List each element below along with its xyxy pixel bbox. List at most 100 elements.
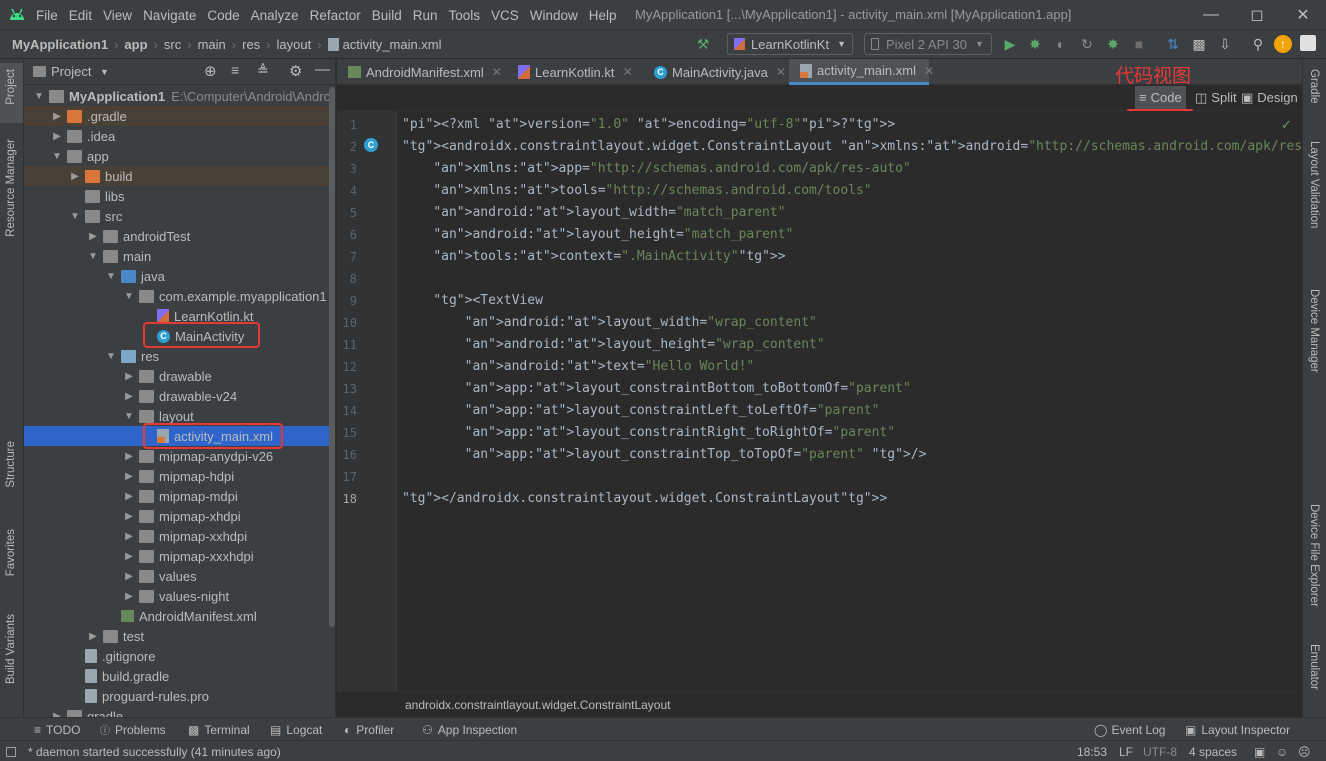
tree-item[interactable]: build.gradle	[24, 666, 335, 686]
code-line[interactable]: "an">app:"at">layout_constraintBottom_to…	[402, 381, 911, 396]
close-button[interactable]: ✕	[1280, 0, 1326, 30]
tree-item[interactable]: ▶ values-night	[24, 586, 335, 606]
menu-navigate[interactable]: Navigate	[143, 8, 196, 23]
chevron-right-icon[interactable]: ▶	[122, 391, 136, 402]
status-message[interactable]: * daemon started successfully (41 minute…	[28, 741, 281, 761]
structure-tab[interactable]: Structure	[5, 441, 17, 488]
menu-file[interactable]: File	[36, 8, 58, 23]
tree-item[interactable]: ▶ values	[24, 566, 335, 586]
inspector-face-icon[interactable]: ☺	[1276, 741, 1288, 761]
menu-help[interactable]: Help	[589, 8, 617, 23]
tree-item[interactable]: libs	[24, 186, 335, 206]
chevron-down-icon[interactable]: ▼	[104, 351, 118, 362]
resource-manager-tab[interactable]: Resource Manager	[5, 139, 17, 237]
minimize-button[interactable]: —	[1188, 0, 1234, 30]
menu-run[interactable]: Run	[413, 8, 438, 23]
tree-item[interactable]: ▶ test	[24, 626, 335, 646]
chevron-right-icon[interactable]: ▶	[122, 491, 136, 502]
tree-item[interactable]: ▶ drawable-v24	[24, 386, 335, 406]
breadcrumb-item[interactable]: main	[198, 37, 226, 52]
tab-androidmanifest-xml[interactable]: AndroidManifest.xml ✕	[337, 59, 507, 85]
feedback-face-icon[interactable]: ☹	[1298, 741, 1311, 761]
tree-item[interactable]: ▶ mipmap-mdpi	[24, 486, 335, 506]
profiler-tool[interactable]: ◐ Profiler	[344, 718, 394, 741]
tree-item[interactable]: ▶ mipmap-xxhdpi	[24, 526, 335, 546]
code-line[interactable]: "an">xmlns:"at">tools="http://schemas.an…	[402, 183, 871, 198]
editor-breadcrumb[interactable]: androidx.constraintlayout.widget.Constra…	[405, 698, 671, 712]
tree-item[interactable]: ▶ drawable	[24, 366, 335, 386]
tree-item[interactable]: ▼ app	[24, 146, 335, 166]
code-line[interactable]: "an">app:"at">layout_constraintTop_toTop…	[402, 447, 927, 462]
code-line[interactable]: "an">app:"at">layout_constraintLeft_toLe…	[402, 403, 880, 418]
emulator-tab[interactable]: Emulator	[1308, 644, 1320, 690]
device-manager-tab[interactable]: Device Manager	[1308, 289, 1320, 373]
project-view-dropdown[interactable]: Project	[51, 64, 91, 79]
event-log-tool[interactable]: ◯ Event Log	[1094, 718, 1165, 741]
caret-position[interactable]: 18:53	[1077, 741, 1107, 761]
gradle-tab[interactable]: Gradle	[1308, 69, 1320, 104]
profile-icon[interactable]: ◐	[1052, 35, 1070, 53]
tree-item[interactable]: ▼ src	[24, 206, 335, 226]
tree-item[interactable]: ▼ MyApplication1 E:\Computer\Android\Andro…	[24, 86, 335, 106]
chevron-down-icon[interactable]: ▼	[68, 211, 82, 222]
code-line[interactable]: "an">android:"at">layout_height="match_p…	[402, 227, 793, 242]
tree-item[interactable]: ▼ res	[24, 346, 335, 366]
device-dropdown[interactable]: Pixel 2 API 30 ▼	[864, 33, 992, 55]
inspection-ok-icon[interactable]: ✓	[1281, 117, 1292, 133]
chevron-right-icon[interactable]: ▶	[50, 111, 64, 122]
tree-item[interactable]: ▶ mipmap-hdpi	[24, 466, 335, 486]
menu-vcs[interactable]: VCS	[491, 8, 519, 23]
hide-panel-icon[interactable]: —	[315, 61, 330, 78]
chevron-right-icon[interactable]: ▶	[122, 511, 136, 522]
search-icon[interactable]: ⚲	[1249, 35, 1267, 53]
layout-validation-tab[interactable]: Layout Validation	[1308, 141, 1320, 228]
menu-window[interactable]: Window	[530, 8, 578, 23]
expand-all-icon[interactable]: ≜	[257, 62, 269, 79]
code-line[interactable]: "an">android:"at">layout_width="wrap_con…	[402, 315, 817, 330]
chevron-right-icon[interactable]: ▶	[50, 131, 64, 142]
chevron-down-icon[interactable]: ▼	[50, 151, 64, 162]
tab-mainactivity-java[interactable]: C MainActivity.java ✕	[643, 59, 789, 85]
code-line[interactable]: "tg"><androidx.constraintlayout.widget.C…	[402, 139, 1326, 154]
toggle-tool-windows-icon[interactable]	[6, 741, 20, 761]
gear-icon[interactable]: ⚙	[289, 62, 302, 80]
breadcrumb-item[interactable]: app	[124, 37, 147, 52]
tree-item[interactable]: ▶ .idea	[24, 126, 335, 146]
terminal-tool[interactable]: ▩ Terminal	[188, 718, 250, 741]
menu-tools[interactable]: Tools	[449, 8, 481, 23]
menu-code[interactable]: Code	[207, 8, 239, 23]
code-line[interactable]: "tg"><TextView	[402, 293, 543, 308]
chevron-right-icon[interactable]: ▶	[122, 591, 136, 602]
attach-debugger-icon[interactable]: ✸	[1104, 35, 1122, 53]
device-file-explorer-tab[interactable]: Device File Explorer	[1308, 504, 1320, 607]
tree-item[interactable]: proguard-rules.pro	[24, 686, 335, 706]
menu-analyze[interactable]: Analyze	[251, 8, 299, 23]
run-icon[interactable]: ▶	[1001, 35, 1019, 53]
chevron-right-icon[interactable]: ▶	[122, 551, 136, 562]
breadcrumb-item[interactable]: MyApplication1	[12, 37, 108, 52]
maximize-button[interactable]: ◻	[1234, 0, 1280, 30]
todo-tool[interactable]: ≡ TODO	[34, 718, 80, 741]
tree-item[interactable]: ▶ mipmap-anydpi-v26	[24, 446, 335, 466]
sync-gradle-icon[interactable]: ⇅	[1164, 35, 1182, 53]
code-line[interactable]: "tg"></androidx.constraintlayout.widget.…	[402, 491, 887, 506]
split-view-button[interactable]: ◫ Split	[1195, 86, 1237, 109]
scrollbar[interactable]	[329, 87, 335, 627]
chevron-right-icon[interactable]: ▶	[86, 231, 100, 242]
tree-item[interactable]: ▶ build	[24, 166, 335, 186]
collapse-all-icon[interactable]: ≡	[231, 62, 239, 78]
lock-icon[interactable]: ▣	[1254, 741, 1265, 761]
chevron-right-icon[interactable]: ▶	[122, 451, 136, 462]
tree-item[interactable]: ▶ androidTest	[24, 226, 335, 246]
avatar[interactable]	[1300, 35, 1316, 51]
chevron-right-icon[interactable]: ▶	[68, 171, 82, 182]
code-line[interactable]: "an">android:"at">layout_height="wrap_co…	[402, 337, 825, 352]
chevron-right-icon[interactable]: ▶	[86, 631, 100, 642]
logcat-tool[interactable]: ▤ Logcat	[270, 718, 322, 741]
chevron-right-icon[interactable]: ▶	[122, 571, 136, 582]
run-config-dropdown[interactable]: LearnKotlinKt ▼	[727, 33, 853, 55]
project-tool-tab[interactable]: Project	[0, 63, 23, 123]
close-icon[interactable]: ✕	[924, 64, 934, 78]
tree-item[interactable]: ▼ main	[24, 246, 335, 266]
build-variants-tab[interactable]: Build Variants	[5, 614, 17, 684]
